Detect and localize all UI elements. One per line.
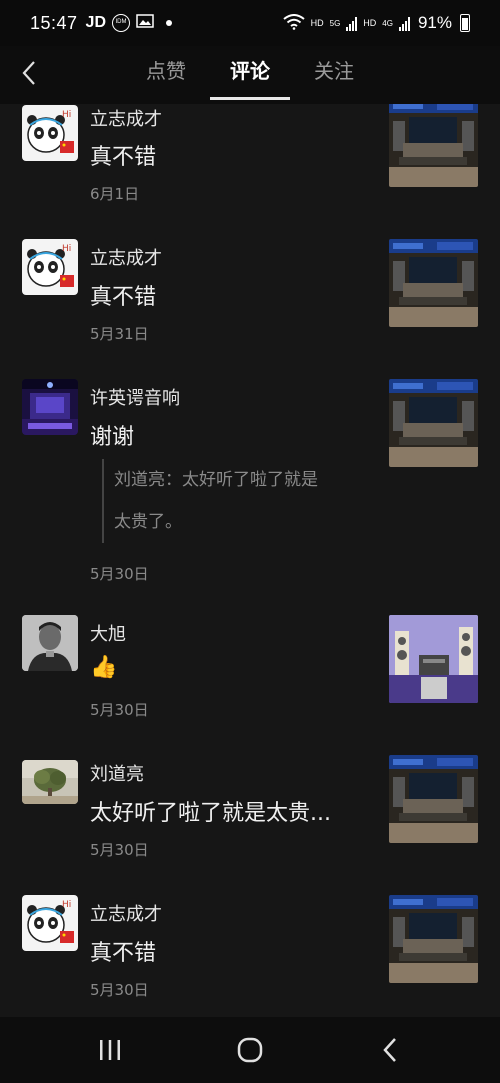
- status-indicators: HD 5G HD 4G 91%: [283, 13, 470, 33]
- status-bar: 15:47 JD IDM HD 5G HD 4G 91%: [0, 0, 500, 46]
- gallery-icon: [136, 13, 154, 34]
- back-nav-button[interactable]: [370, 1035, 410, 1065]
- system-nav-bar: [0, 1017, 500, 1083]
- quote-line-2: 太贵了。: [114, 512, 182, 532]
- avatar[interactable]: Hi: [22, 105, 78, 161]
- hd-label-1: HD: [310, 18, 324, 28]
- svg-text:Hi: Hi: [62, 110, 71, 120]
- comment-item[interactable]: Hi 立志成才 真不错 5月30日: [0, 895, 500, 1017]
- post-thumbnail[interactable]: [389, 379, 478, 467]
- comment-date: 5月30日: [90, 981, 149, 999]
- comment-text: 真不错: [90, 941, 157, 966]
- comment-feed[interactable]: Hi 立志成才 真不错 6月1日 Hi 立志成才 真不错 5月31日 许英谔音响…: [0, 104, 500, 1017]
- avatar[interactable]: Hi: [22, 239, 78, 295]
- post-thumbnail[interactable]: [389, 755, 478, 843]
- comment-text: 太好听了啦了就是太贵...: [90, 801, 331, 826]
- comment-date: 5月30日: [90, 701, 149, 719]
- comment-username[interactable]: 立志成才: [90, 105, 162, 131]
- signal-icon-1: [346, 15, 358, 31]
- carrier-label: JD: [85, 14, 106, 31]
- comment-username[interactable]: 立志成才: [90, 244, 162, 270]
- recent-apps-icon: [100, 1040, 120, 1060]
- home-button[interactable]: [230, 1035, 270, 1065]
- comment-username[interactable]: 许英谔音响: [90, 384, 180, 410]
- recent-apps-button[interactable]: [90, 1035, 130, 1065]
- comment-item[interactable]: 许英谔音响 谢谢 刘道亮：太好听了啦了就是 太贵了。 5月30日: [0, 379, 500, 604]
- comment-emoji: 👍: [90, 655, 118, 680]
- tab-bar: 点赞 评论 关注: [0, 46, 500, 104]
- avatar[interactable]: [22, 615, 78, 671]
- comment-username[interactable]: 大旭: [90, 620, 126, 646]
- comment-item[interactable]: 刘道亮 太好听了啦了就是太贵... 5月30日: [0, 755, 500, 895]
- post-thumbnail[interactable]: [389, 104, 478, 187]
- battery-icon: [460, 14, 470, 32]
- net-label-1: 5G: [329, 18, 341, 28]
- quoted-comment: 刘道亮：太好听了啦了就是 太贵了。: [102, 459, 372, 543]
- post-thumbnail[interactable]: [389, 895, 478, 983]
- comment-item[interactable]: Hi 立志成才 真不错 5月31日: [0, 239, 500, 379]
- comment-date: 5月31日: [90, 325, 149, 343]
- avatar[interactable]: [22, 379, 78, 435]
- battery-percent: 91%: [417, 13, 452, 32]
- comment-text: 谢谢: [90, 425, 135, 450]
- avatar[interactable]: Hi: [22, 895, 78, 951]
- net-label-2: 4G: [382, 18, 393, 28]
- signal-icon-2: [398, 15, 410, 31]
- hd-label-2: HD: [363, 18, 377, 28]
- comment-text: 真不错: [90, 285, 157, 310]
- chevron-left-icon: [383, 1038, 396, 1062]
- tab-likes[interactable]: 点赞: [124, 46, 208, 104]
- header: 点赞 评论 关注: [0, 46, 500, 104]
- comment-item[interactable]: 大旭 👍 5月30日: [0, 615, 500, 755]
- comment-date: 5月30日: [90, 841, 149, 859]
- comment-item[interactable]: Hi 立志成才 真不错 6月1日: [0, 104, 500, 239]
- status-time: 15:47: [30, 12, 78, 33]
- svg-text:Hi: Hi: [62, 900, 71, 910]
- comment-date: 6月1日: [90, 185, 140, 203]
- tab-follows[interactable]: 关注: [292, 46, 376, 104]
- comment-date: 5月30日: [90, 565, 149, 583]
- svg-text:Hi: Hi: [62, 244, 71, 254]
- wifi-icon: [283, 14, 305, 32]
- tab-comments[interactable]: 评论: [208, 46, 292, 104]
- quote-line-1: 刘道亮：太好听了啦了就是: [114, 470, 318, 490]
- idm-icon: IDM: [112, 14, 130, 32]
- comment-username[interactable]: 刘道亮: [90, 760, 144, 786]
- post-thumbnail[interactable]: [389, 239, 478, 327]
- avatar[interactable]: [22, 760, 78, 804]
- comment-username[interactable]: 立志成才: [90, 900, 162, 926]
- comment-text: 真不错: [90, 145, 157, 170]
- home-icon: [237, 1037, 263, 1063]
- post-thumbnail[interactable]: [389, 615, 478, 703]
- notification-dot-icon: [166, 20, 172, 26]
